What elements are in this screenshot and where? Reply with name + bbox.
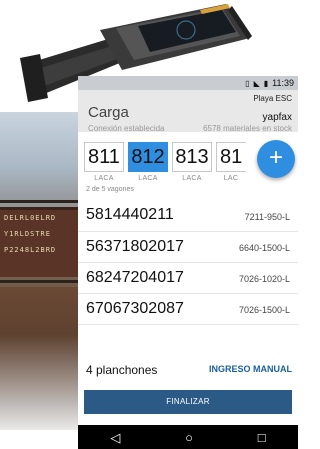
signal-icon: ◣ xyxy=(253,78,260,88)
finish-button[interactable]: FINALIZAR xyxy=(84,390,292,414)
wagon-item[interactable]: 811 LACA xyxy=(84,142,124,182)
phone-screen: ▯ ◣ ▮ 11:39 Carga Playa ESC yapfax Conex… xyxy=(78,76,298,449)
material-ref: 7211-950-L xyxy=(244,212,290,222)
wagon-item[interactable]: 813 LACA xyxy=(172,142,212,182)
connection-status: Conexión establecida xyxy=(88,124,165,133)
user-name[interactable]: yapfax xyxy=(263,112,292,123)
wagon-count: 2 de 5 vagones xyxy=(86,186,134,193)
wagon-item[interactable]: 81 LAC xyxy=(216,142,246,182)
app-header: Carga Playa ESC yapfax Conexión establec… xyxy=(78,90,298,133)
material-code: 56371802017 xyxy=(86,238,184,255)
battery-icon: ▮ xyxy=(263,78,269,88)
wagon-label: LAC xyxy=(223,175,239,182)
plus-icon: + xyxy=(268,144,283,171)
material-ref: 6640-1500-L xyxy=(238,243,290,253)
wagon-number: 812 xyxy=(128,142,168,172)
status-bar: ▯ ◣ ▮ 11:39 xyxy=(78,76,298,90)
page-title: Carga xyxy=(88,104,129,121)
vibrate-icon: ▯ xyxy=(245,78,250,88)
wagon-number: 81 xyxy=(216,142,246,172)
home-icon[interactable]: ○ xyxy=(185,431,193,444)
wagon-label: LACA xyxy=(138,175,158,182)
list-item[interactable]: 56371802017 6640-1500-L xyxy=(78,232,298,263)
planchones-count: 4 planchones xyxy=(86,363,158,377)
wagon-item-selected[interactable]: 812 LACA xyxy=(128,142,168,182)
material-code: 68247204017 xyxy=(86,269,184,286)
list-item[interactable]: 5814440211 7211-950-L xyxy=(78,200,298,232)
wagon-number: 813 xyxy=(172,142,212,172)
summary-bar: 4 planchones INGRESO MANUAL xyxy=(78,359,298,385)
back-icon[interactable]: ◁ xyxy=(110,431,120,444)
material-ref: 7026-1500-L xyxy=(238,305,290,315)
materials-list: 5814440211 7211-950-L 56371802017 6640-1… xyxy=(78,200,298,325)
status-time: 11:39 xyxy=(272,78,294,88)
material-ref: 7026-1020-L xyxy=(238,274,290,284)
manual-entry-button[interactable]: INGRESO MANUAL xyxy=(209,364,292,374)
list-item[interactable]: 68247204017 7026-1020-L xyxy=(78,263,298,294)
material-code: 67067302087 xyxy=(86,300,184,317)
location-label: Playa ESC xyxy=(253,94,292,103)
stock-count: 6578 materiales en stock xyxy=(203,124,292,133)
material-code: 5814440211 xyxy=(86,206,174,223)
wagon-number: 811 xyxy=(84,142,124,172)
nav-bar: ◁ ○ □ xyxy=(78,425,298,449)
recents-icon[interactable]: □ xyxy=(258,431,266,444)
wagon-label: LACA xyxy=(182,175,202,182)
wagon-label: LACA xyxy=(94,175,114,182)
add-wagon-button[interactable]: + xyxy=(257,140,295,178)
list-item[interactable]: 67067302087 7026-1500-L xyxy=(78,294,298,325)
